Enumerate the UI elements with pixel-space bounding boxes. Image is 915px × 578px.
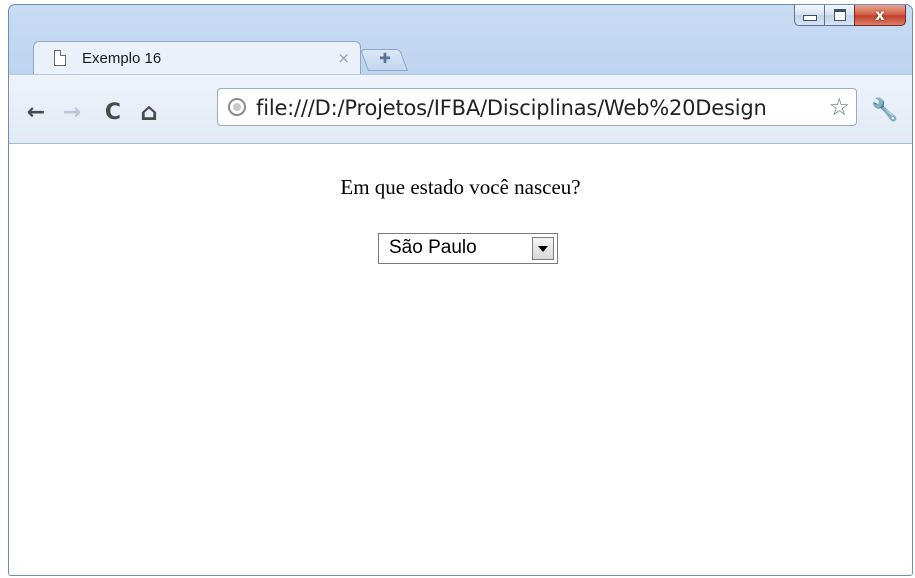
state-select[interactable]: São Paulo <box>378 233 558 264</box>
back-arrow-icon[interactable]: ← <box>23 99 49 125</box>
url-text[interactable]: file:///D:/Projetos/IFBA/Disciplinas/Web… <box>256 96 821 120</box>
minimize-button[interactable] <box>794 5 824 26</box>
dropdown-button[interactable] <box>532 237 554 260</box>
tab-close-icon[interactable]: × <box>337 49 350 67</box>
browser-window: x Exemplo 16 × ✚ ← → C ⌂ file:///D:/Proj… <box>8 4 913 576</box>
dropdown-arrow-icon <box>538 245 548 252</box>
maximize-icon <box>833 9 846 21</box>
forward-arrow-icon[interactable]: → <box>59 99 85 125</box>
new-tab-icon[interactable]: ✚ <box>377 50 393 68</box>
toolbar: ← → C ⌂ file:///D:/Projetos/IFBA/Discipl… <box>9 74 912 144</box>
window-controls: x <box>794 5 906 26</box>
star-icon[interactable]: ☆ <box>828 93 850 121</box>
page-icon <box>54 50 66 66</box>
globe-icon <box>228 98 246 116</box>
tab-title: Exemplo 16 <box>82 50 162 67</box>
minimize-icon <box>802 15 817 21</box>
tab-exemplo-16[interactable]: Exemplo 16 × <box>33 41 361 75</box>
page-content: Em que estado você nasceu? São Paulo <box>9 144 912 575</box>
close-window-button[interactable]: x <box>854 5 906 26</box>
reload-icon[interactable]: C <box>100 99 126 125</box>
home-icon[interactable]: ⌂ <box>136 98 162 126</box>
address-bar[interactable]: file:///D:/Projetos/IFBA/Disciplinas/Web… <box>217 88 857 126</box>
question-label: Em que estado você nasceu? <box>340 175 581 199</box>
close-icon: x <box>875 5 885 24</box>
select-value: São Paulo <box>389 237 477 258</box>
maximize-button[interactable] <box>824 5 854 26</box>
wrench-icon[interactable]: 🔧 <box>871 98 898 123</box>
